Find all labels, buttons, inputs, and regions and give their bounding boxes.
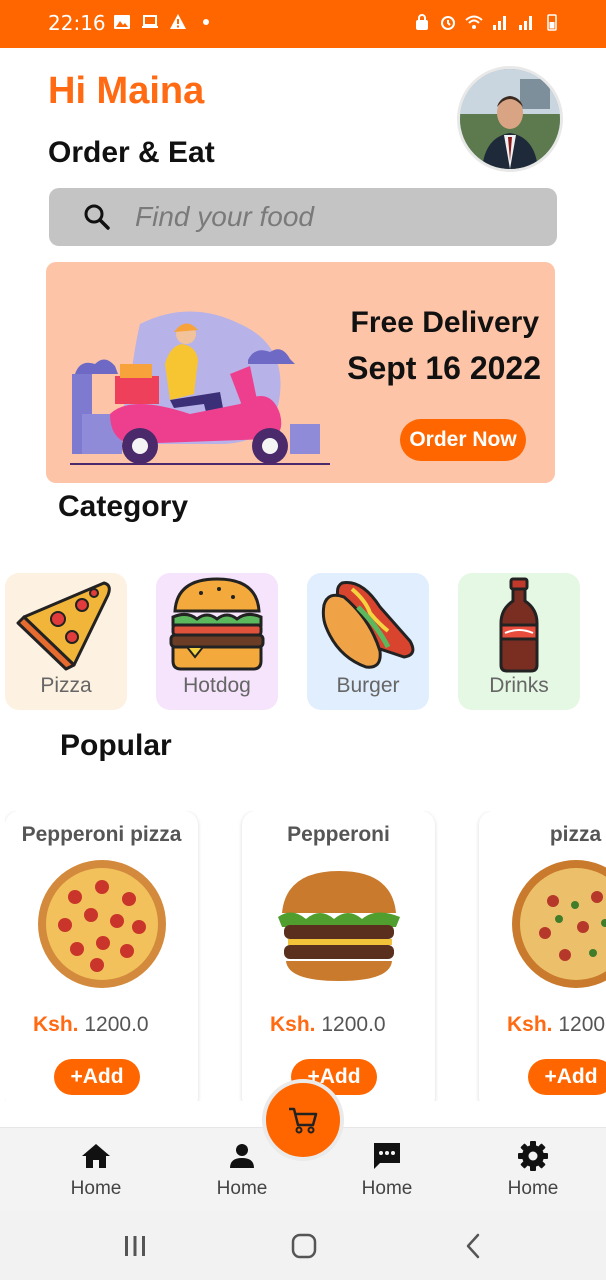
wifi-icon: [464, 12, 484, 32]
popular-title: Popular: [60, 729, 172, 762]
category-pizza[interactable]: Pizza: [5, 573, 127, 710]
person-icon: [230, 1144, 254, 1168]
lock-icon: [412, 12, 432, 32]
bottle-icon: [499, 577, 539, 673]
promo-banner[interactable]: Free Delivery Sept 16 2022 Order Now: [46, 262, 555, 483]
popular-card[interactable]: Pepperoni pizza Ksh. 1200.0 +Add: [5, 811, 198, 1101]
system-nav-bar: [0, 1211, 606, 1280]
burger-icon: [169, 577, 265, 671]
price-value: 1200.0: [84, 1013, 149, 1036]
image-icon: [112, 12, 132, 32]
food-price: Ksh. 1200.0: [507, 1013, 606, 1037]
search-input[interactable]: [135, 201, 515, 233]
status-bar: 22:16: [0, 0, 606, 48]
nav-label: Home: [507, 1178, 559, 1199]
category-title: Category: [58, 490, 189, 523]
food-name: Pepperoni pizza: [21, 823, 182, 846]
category-list: Pizza Hotdog Burger Drinks: [5, 573, 580, 710]
dot-icon: [196, 12, 216, 32]
add-to-cart-button[interactable]: +Add: [54, 1059, 140, 1095]
category-label: Hotdog: [183, 674, 251, 697]
status-time: 22:16: [48, 11, 106, 35]
currency-label: Ksh.: [270, 1013, 316, 1036]
add-to-cart-button[interactable]: +Add: [528, 1059, 606, 1095]
delivery-scooter-illustration: [70, 311, 330, 465]
home-button-icon[interactable]: [289, 1231, 319, 1261]
hotdog-icon: [321, 581, 415, 669]
recent-apps-icon[interactable]: [120, 1231, 150, 1261]
category-label: Burger: [336, 674, 400, 697]
pizza-image: [38, 860, 166, 988]
avatar[interactable]: [457, 66, 563, 172]
pizza-image: [512, 860, 606, 988]
category-label: Pizza: [40, 674, 92, 697]
nav-label: Home: [216, 1178, 268, 1199]
price-value: 1200.0: [321, 1013, 386, 1036]
category-drinks[interactable]: Drinks: [458, 573, 580, 710]
pizza-icon: [16, 581, 111, 671]
search-icon: [84, 204, 110, 230]
battery-icon: [542, 12, 562, 32]
currency-label: Ksh.: [33, 1013, 79, 1036]
food-name: Pepperoni: [287, 823, 390, 846]
cart-icon: [289, 1107, 318, 1134]
signal-icon: [490, 12, 510, 32]
greeting: Hi Maina: [48, 70, 205, 112]
food-name: pizza: [549, 823, 602, 846]
nav-item-home[interactable]: Home: [51, 1140, 141, 1200]
currency-label: Ksh.: [507, 1013, 553, 1036]
alarm-icon: [438, 12, 458, 32]
burger-image: [278, 871, 400, 981]
back-icon[interactable]: [459, 1231, 489, 1261]
gear-icon: [518, 1141, 548, 1171]
food-price: Ksh. 1200.0: [270, 1013, 386, 1037]
popular-card[interactable]: pizza Ksh. 1200.0 +Add: [479, 811, 606, 1101]
nav-item-settings[interactable]: Home: [488, 1140, 578, 1200]
laptop-icon: [140, 12, 160, 32]
category-burger[interactable]: Burger: [307, 573, 429, 710]
nav-label: Home: [361, 1178, 413, 1199]
nav-label: Home: [70, 1178, 122, 1199]
popular-list: Pepperoni pizza Ksh. 1200.0 +Add Peppero…: [5, 811, 606, 1101]
category-hotdog[interactable]: Hotdog: [156, 573, 278, 710]
category-label: Drinks: [489, 674, 549, 697]
nav-item-messages[interactable]: Home: [342, 1140, 432, 1200]
page-subtitle: Order & Eat: [48, 136, 215, 169]
food-price: Ksh. 1200.0: [33, 1013, 149, 1037]
home-icon: [82, 1144, 110, 1168]
promo-title: Free Delivery: [350, 306, 539, 339]
signal-icon: [516, 12, 536, 32]
promo-date: Sept 16 2022: [347, 350, 541, 386]
search-bar[interactable]: [49, 188, 557, 246]
price-value: 1200.0: [558, 1013, 606, 1036]
popular-card[interactable]: Pepperoni Ksh. 1200.0 +Add: [242, 811, 435, 1101]
chat-icon: [374, 1143, 400, 1169]
order-now-button[interactable]: Order Now: [400, 419, 526, 461]
warning-icon: [168, 12, 188, 32]
cart-button[interactable]: [262, 1079, 344, 1161]
